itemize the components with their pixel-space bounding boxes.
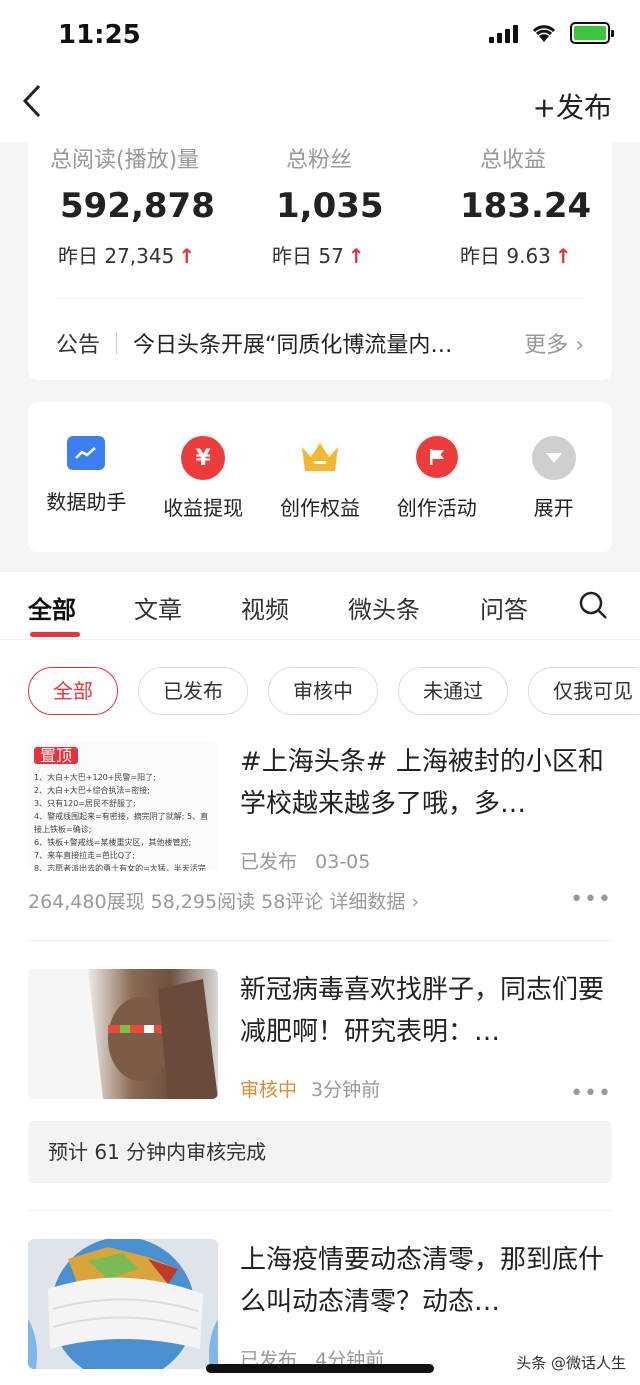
stat-value: 592,878: [60, 186, 215, 226]
content-list: 全部 文章 视频 微头条 问答 全部 已发布 审核中 未通过 仅我可见 1、大白…: [0, 572, 640, 1385]
notice-text[interactable]: 今日头条开展“同质化博流量内…: [133, 327, 496, 359]
stat-value: 183.24: [460, 186, 592, 226]
more-icon[interactable]: •••: [570, 1081, 612, 1106]
crown-icon: [300, 436, 340, 476]
article-status: 已发布 03-05: [240, 851, 371, 873]
article-title[interactable]: 上海疫情要动态清零，那到底什么叫动态清零？动态…: [240, 1239, 612, 1323]
arrow-up-icon: ↑: [178, 244, 196, 268]
flag-icon: [415, 436, 458, 478]
thumb-illustration: [28, 969, 218, 1099]
article-status: 审核中 3分钟前: [240, 1079, 381, 1101]
tool-label: 收益提现: [163, 496, 244, 520]
stat-value: 1,035: [276, 186, 384, 226]
filter-published[interactable]: 已发布: [138, 667, 248, 715]
article-thumbnail: [28, 969, 218, 1099]
tool-label: 数据助手: [46, 490, 127, 514]
thumb-line: 3、只有120=居民不舒服了;: [34, 799, 136, 808]
thumb-line: 1、大白+大巴+120+民警=阳了;: [34, 773, 156, 782]
tab-articles[interactable]: 文章: [134, 590, 182, 625]
tool-label: 展开: [533, 496, 574, 520]
tab-videos[interactable]: 视频: [241, 590, 289, 625]
stat-label: 总收益: [480, 148, 547, 173]
stat-total-fans[interactable]: 总粉丝 1,035 昨日 57 ↑: [272, 142, 384, 269]
back-button[interactable]: [22, 84, 52, 124]
tool-label: 创作权益: [279, 496, 360, 520]
stat-sub: 昨日 27,345 ↑: [58, 244, 196, 268]
tab-micro-posts[interactable]: 微头条: [348, 590, 420, 625]
tools-card: 数据助手 ¥ 收益提现 创作权益 创作活动 展开: [28, 402, 612, 552]
filter-all[interactable]: 全部: [28, 667, 118, 715]
tab-all[interactable]: 全部: [28, 590, 76, 625]
filter-reviewing[interactable]: 审核中: [268, 667, 378, 715]
tool-creator-rights[interactable]: 创作权益: [262, 402, 379, 552]
divider: [28, 1210, 612, 1211]
home-indicator: [206, 1364, 434, 1373]
stat-total-reads[interactable]: 总阅读(播放)量 592,878 昨日 27,345 ↑: [50, 142, 215, 269]
arrow-up-icon: ↑: [554, 244, 572, 268]
tab-bar: 全部 文章 视频 微头条 问答: [0, 572, 640, 640]
thumb-line: 6、铁板+警戒线=某楼重灾区，其他楼管控;: [34, 838, 192, 847]
tool-expand[interactable]: 展开: [495, 402, 612, 552]
notice-label: 公告: [56, 333, 101, 358]
tool-data-assistant[interactable]: 数据助手: [28, 402, 145, 552]
arrow-up-icon: ↑: [347, 244, 365, 268]
chevron-right-icon: ›: [575, 333, 584, 358]
filter-rejected[interactable]: 未通过: [398, 667, 508, 715]
watermark: 头条 @微话人生: [516, 1354, 626, 1372]
article-title[interactable]: #上海头条# 上海被封的小区和学校越来越多了哦，多…: [240, 741, 612, 825]
filter-chips: 全部 已发布 审核中 未通过 仅我可见: [28, 667, 640, 715]
notice-more-link[interactable]: 更多 ›: [524, 327, 584, 359]
chevron-left-icon: [22, 84, 41, 118]
list-item[interactable]: 1、大白+大巴+120+民警=阳了; 2、大白+大巴+综合执法=密接; 3、只有…: [28, 741, 612, 914]
thumb-line: 7、来车直接拉走=芭比Q了;: [34, 851, 135, 860]
list-item[interactable]: 新冠病毒喜欢找胖子，同志们要减肥啊！研究表明：… 审核中 3分钟前 •••: [28, 969, 612, 1106]
stat-label: 总阅读(播放)量: [50, 148, 200, 173]
stat-total-income[interactable]: 总收益 183.24 昨日 9.63 ↑: [460, 142, 591, 269]
thumb-line: 2、大白+大巴+综合执法=密接;: [34, 786, 150, 795]
chart-icon: [67, 436, 106, 470]
tool-income-withdraw[interactable]: ¥ 收益提现: [145, 402, 262, 552]
tab-underline: [30, 632, 80, 637]
article-title[interactable]: 新冠病毒喜欢找胖子，同志们要减肥啊！研究表明：…: [240, 969, 612, 1053]
signal-icon: [489, 23, 518, 43]
battery-icon: [570, 22, 614, 44]
divider: [116, 332, 118, 354]
stat-label: 总粉丝: [286, 148, 353, 173]
notice-row[interactable]: 公告 今日头条开展“同质化博流量内… 更多 ›: [56, 325, 584, 361]
divider: [28, 940, 612, 941]
status-time: 11:25: [58, 20, 141, 50]
more-icon[interactable]: •••: [570, 887, 612, 912]
expand-icon: [531, 436, 576, 480]
article-thumbnail: [28, 1239, 218, 1369]
stat-sub: 昨日 57 ↑: [272, 244, 365, 268]
nav-bar: +发布: [0, 70, 640, 142]
article-thumbnail: 1、大白+大巴+120+民警=阳了; 2、大白+大巴+综合执法=密接; 3、只有…: [28, 741, 218, 871]
tab-qa[interactable]: 问答: [480, 590, 528, 625]
status-bar: 11:25: [0, 0, 640, 70]
thumb-line: 8、志愿者派出去的勇士有女的=大猛，半天活完事;: [34, 864, 206, 871]
stats-card: 总阅读(播放)量 592,878 昨日 27,345 ↑ 总粉丝 1,035 昨日…: [28, 142, 612, 380]
status-icons: [489, 22, 614, 44]
review-notice: 预计 61 分钟内审核完成: [28, 1121, 612, 1183]
publish-button[interactable]: +发布: [533, 86, 612, 126]
tool-label: 创作活动: [396, 496, 477, 520]
pin-badge: 置顶: [34, 747, 79, 764]
tool-creator-activity[interactable]: 创作活动: [378, 402, 495, 552]
divider: [56, 298, 584, 299]
search-icon[interactable]: [578, 590, 608, 620]
filter-private[interactable]: 仅我可见: [528, 667, 640, 715]
yuan-icon: ¥: [181, 436, 226, 480]
stat-sub: 昨日 9.63 ↑: [460, 244, 572, 268]
wifi-icon: [532, 25, 556, 42]
thumb-line: 4、警戒线围起来=有密接，摘完阴了就解; 5、直接上铁板=确诊;: [34, 812, 209, 834]
thumb-illustration: [28, 1239, 218, 1369]
article-stats[interactable]: 264,480展现 58,295阅读 58评论 详细数据 ›: [28, 887, 419, 914]
